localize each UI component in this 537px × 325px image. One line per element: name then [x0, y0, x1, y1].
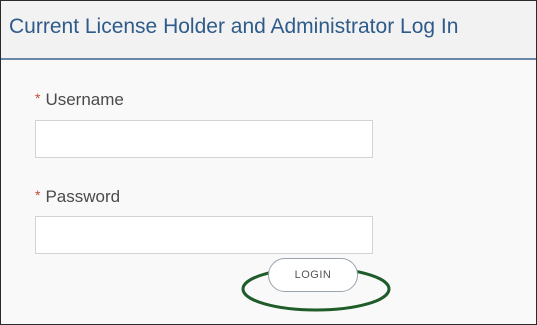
password-label-text: Password — [45, 187, 121, 206]
password-label: * Password — [35, 187, 120, 207]
panel-title: Current License Holder and Administrator… — [9, 15, 459, 38]
username-label: * Username — [35, 90, 124, 110]
required-marker: * — [35, 187, 41, 203]
password-input[interactable] — [35, 216, 373, 254]
username-label-text: Username — [45, 90, 124, 109]
username-input[interactable] — [35, 120, 373, 158]
login-panel: Current License Holder and Administrator… — [0, 0, 537, 325]
login-form: * Username * Password — [1, 60, 536, 324]
required-marker: * — [35, 90, 41, 106]
panel-header: Current License Holder and Administrator… — [1, 1, 536, 60]
login-button[interactable]: LOGIN — [268, 258, 358, 292]
